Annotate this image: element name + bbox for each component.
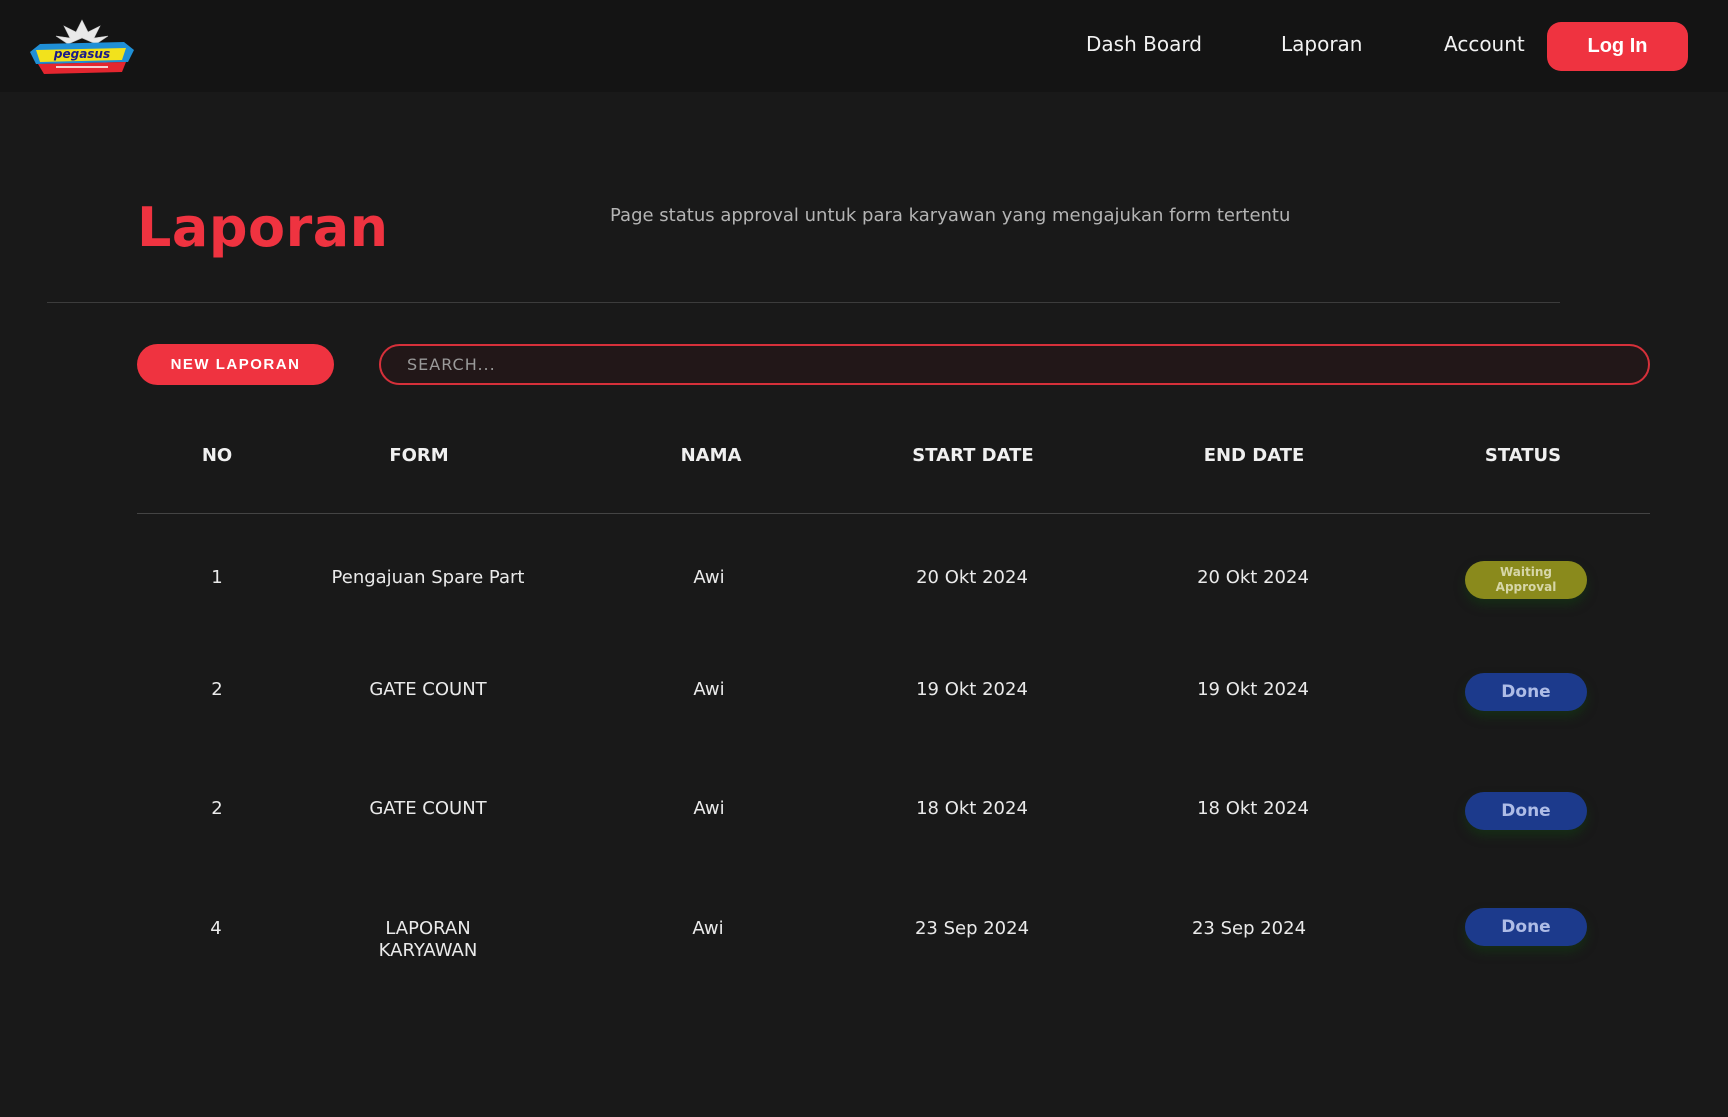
cell-no: 4: [210, 918, 222, 939]
svg-text:pegasus: pegasus: [53, 47, 110, 61]
nav-link-dashboard[interactable]: Dash Board: [1086, 32, 1202, 56]
new-laporan-button[interactable]: NEW LAPORAN: [137, 344, 334, 385]
table-header-divider: [137, 513, 1650, 514]
cell-form: GATE COUNT: [369, 679, 487, 700]
cell-start-date: 23 Sep 2024: [914, 918, 1030, 939]
status-badge-waiting[interactable]: Waiting Approval: [1465, 561, 1587, 599]
cell-end-date: 19 Okt 2024: [1197, 679, 1309, 700]
column-header-end-date: END DATE: [1203, 445, 1305, 466]
top-navbar: pegasus Dash Board Laporan Account Log I…: [0, 0, 1728, 92]
cell-start-date: 19 Okt 2024: [916, 679, 1028, 700]
cell-start-date: 20 Okt 2024: [916, 567, 1028, 588]
cell-no: 2: [211, 798, 223, 819]
pegasus-logo[interactable]: pegasus: [26, 16, 138, 80]
cell-form: Pengajuan Spare Part: [331, 567, 525, 588]
page-title: Laporan: [137, 196, 389, 259]
cell-nama: Awi: [693, 567, 725, 588]
login-button[interactable]: Log In: [1547, 22, 1688, 71]
status-badge-done[interactable]: Done: [1465, 673, 1587, 711]
search-input[interactable]: [407, 346, 1607, 383]
column-header-start-date: START DATE: [912, 445, 1034, 466]
page-subtitle: Page status approval untuk para karyawan…: [610, 205, 1291, 226]
column-header-form: FORM: [389, 445, 449, 466]
header-divider: [47, 302, 1560, 303]
cell-nama: Awi: [693, 679, 725, 700]
cell-form: GATE COUNT: [369, 798, 487, 819]
status-badge-label: Done: [1501, 917, 1551, 937]
status-badge-done[interactable]: Done: [1465, 792, 1587, 830]
column-header-no: NO: [201, 445, 233, 466]
status-badge-label: Waiting Approval: [1495, 565, 1557, 594]
cell-no: 1: [211, 567, 223, 588]
nav-link-account[interactable]: Account: [1444, 32, 1525, 56]
cell-form: LAPORAN KARYAWAN: [378, 918, 478, 961]
cell-no: 2: [211, 679, 223, 700]
status-badge-label: Done: [1501, 682, 1551, 702]
column-header-status: STATUS: [1484, 445, 1562, 466]
cell-nama: Awi: [693, 798, 725, 819]
status-badge-label: Done: [1501, 801, 1551, 821]
status-badge-done[interactable]: Done: [1465, 908, 1587, 946]
column-header-nama: NAMA: [680, 445, 742, 466]
cell-start-date: 18 Okt 2024: [916, 798, 1028, 819]
nav-link-laporan[interactable]: Laporan: [1281, 32, 1362, 56]
search-box[interactable]: [379, 344, 1650, 385]
cell-end-date: 23 Sep 2024: [1191, 918, 1307, 939]
cell-end-date: 18 Okt 2024: [1197, 798, 1309, 819]
cell-end-date: 20 Okt 2024: [1197, 567, 1309, 588]
cell-nama: Awi: [692, 918, 724, 939]
